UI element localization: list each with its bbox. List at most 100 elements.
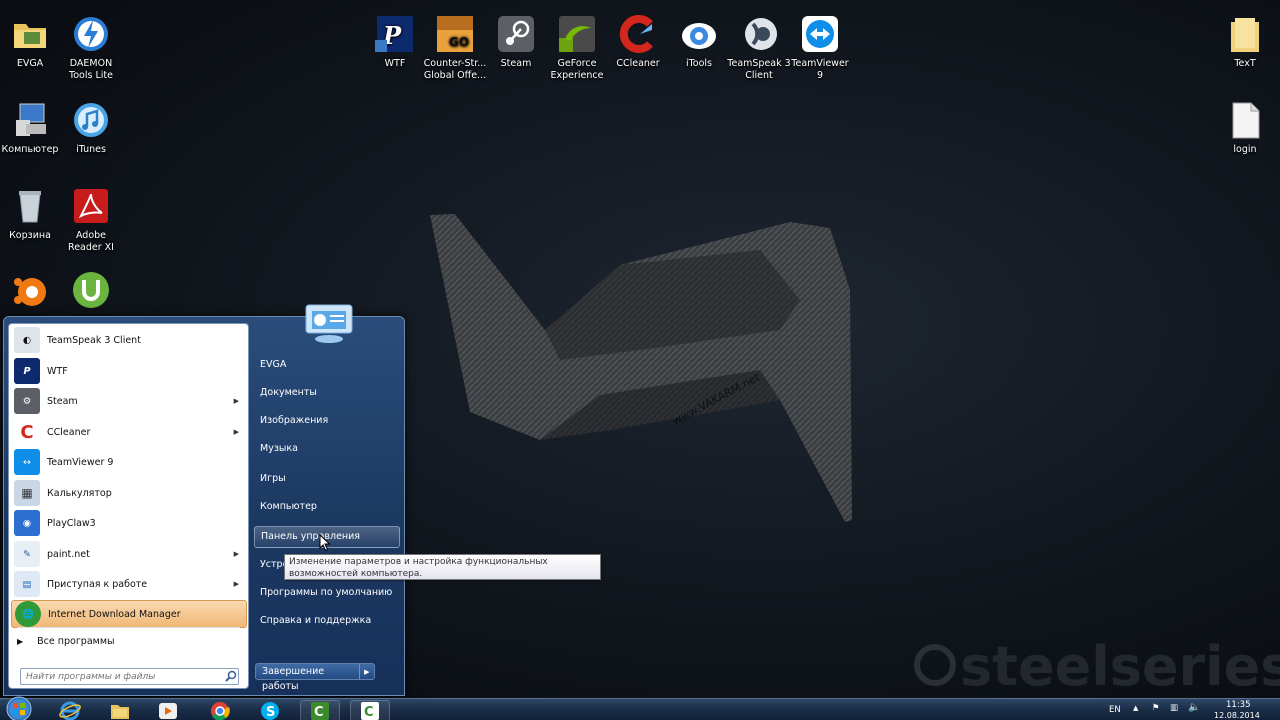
- submenu-arrow-icon: ▶: [233, 580, 239, 588]
- adobe-reader-icon: [74, 189, 108, 223]
- shutdown-options-arrow-icon[interactable]: ▶: [360, 668, 374, 676]
- program-label: Калькулятор: [47, 487, 112, 499]
- start-program-steam[interactable]: ⚙ Steam ▶: [11, 387, 247, 415]
- start-program-getting-started[interactable]: ▤ Приступая к работе ▶: [11, 570, 247, 598]
- taskbar-explorer[interactable]: [100, 700, 140, 720]
- svg-text:C: C: [314, 705, 324, 720]
- itunes-icon: [74, 103, 108, 137]
- volume-icon[interactable]: 🔈: [1188, 702, 1200, 713]
- desktop-icon-avast[interactable]: [0, 270, 63, 314]
- action-center-flag-icon[interactable]: ⚑: [1152, 703, 1160, 713]
- desktop-icon-label: EVGA: [16, 58, 44, 69]
- desktop-icon-utorrent[interactable]: [58, 270, 124, 314]
- teamspeak-icon: ◐: [14, 327, 40, 353]
- control-panel-tooltip: Изменение параметров и настройка функцио…: [284, 554, 601, 580]
- start-program-playclaw3[interactable]: ◉ PlayClaw3: [11, 509, 247, 537]
- desktop-icon-text-folder[interactable]: TexT: [1212, 14, 1278, 70]
- control-panel-picture-icon: [305, 304, 353, 343]
- teamviewer-icon: [802, 16, 838, 52]
- steam-icon: ⚙: [14, 388, 40, 414]
- program-label: PlayClaw3: [47, 517, 96, 529]
- desktop-icon-label: iTunes: [76, 144, 106, 155]
- submenu-arrow-icon: ▶: [233, 550, 239, 558]
- start-link-music[interactable]: Музыка: [254, 438, 400, 460]
- taskbar: S C C EN ▲ ⚑ ▥ 🔈 11:35 12.08.2014: [0, 695, 1280, 720]
- svg-text:GO: GO: [449, 35, 469, 49]
- desktop-icon-ccleaner[interactable]: CCleaner: [605, 14, 671, 70]
- desktop-icon-geforce[interactable]: GeForce Experience: [544, 14, 610, 81]
- start-program-paintnet[interactable]: ✎ paint.net ▶: [11, 540, 247, 568]
- start-link-computer[interactable]: Компьютер: [254, 496, 400, 518]
- search-icon[interactable]: [225, 670, 237, 682]
- start-program-teamspeak[interactable]: ◐ TeamSpeak 3 Client: [11, 326, 247, 354]
- desktop-icon-evga[interactable]: EVGA: [0, 14, 63, 70]
- desktop-icon-label: login: [1233, 144, 1257, 155]
- shutdown-button[interactable]: Завершение работы ▶: [255, 663, 375, 692]
- start-link-pictures[interactable]: Изображения: [254, 410, 400, 432]
- geforce-icon: [559, 16, 595, 52]
- start-search-input[interactable]: [20, 668, 239, 685]
- svg-text:S: S: [266, 705, 275, 720]
- clock-date[interactable]: 12.08.2014: [1214, 711, 1260, 720]
- start-program-ccleaner[interactable]: C CCleaner ▶: [11, 418, 247, 446]
- taskbar-camtasia[interactable]: C: [300, 700, 340, 720]
- network-icon[interactable]: ▥: [1170, 703, 1178, 713]
- desktop-icon-itools[interactable]: iTools: [666, 14, 732, 70]
- desktop-icon-itunes[interactable]: iTunes: [58, 100, 124, 156]
- idm-icon: 🌐: [15, 601, 41, 627]
- start-program-idm[interactable]: 🌐 Internet Download Manager: [11, 600, 247, 628]
- ccleaner-icon: [619, 15, 653, 53]
- start-link-games[interactable]: Игры: [254, 468, 400, 490]
- internet-explorer-icon: [59, 701, 81, 720]
- submenu-arrow-icon: ▶: [233, 428, 239, 436]
- desktop-icon-teamspeak[interactable]: TeamSpeak 3 Client: [726, 14, 792, 81]
- desktop-icon-label: DAEMON Tools Lite: [69, 58, 113, 81]
- start-program-calculator[interactable]: ▦ Калькулятор: [11, 479, 247, 507]
- desktop-icon-daemon-tools[interactable]: DAEMON Tools Lite: [58, 14, 124, 81]
- desktop-icon-recycle-bin[interactable]: Корзина: [0, 186, 63, 242]
- start-menu-programs-pane: ◐ TeamSpeak 3 Client P WTF ⚙ Steam ▶ C C…: [8, 323, 249, 689]
- start-link-default-programs[interactable]: Программы по умолчанию: [254, 582, 400, 604]
- taskbar-camtasia-recorder[interactable]: C: [350, 700, 390, 720]
- itools-icon: [682, 23, 716, 49]
- desktop-icon-csgo[interactable]: GO Counter-Str... Global Offe...: [422, 14, 488, 81]
- start-link-help[interactable]: Справка и поддержка: [254, 610, 400, 632]
- program-label: WTF: [47, 365, 68, 377]
- start-program-wtf[interactable]: P WTF: [11, 357, 247, 385]
- desktop-icon-label: Adobe Reader XI: [68, 230, 114, 253]
- all-programs-arrow-icon: ▶: [17, 637, 24, 646]
- desktop-icon-steam[interactable]: Steam: [483, 14, 549, 70]
- all-programs-button[interactable]: ▶ Все программы: [17, 636, 115, 647]
- desktop-icon-label: GeForce Experience: [550, 58, 604, 81]
- start-link-documents[interactable]: Документы: [254, 382, 400, 404]
- explorer-icon: [111, 704, 129, 719]
- taskbar-media-player[interactable]: [148, 700, 188, 720]
- desktop-icon-computer[interactable]: Компьютер: [0, 100, 63, 156]
- taskbar-internet-explorer[interactable]: [50, 700, 90, 720]
- teamspeak-icon: [745, 18, 777, 50]
- start-orb-button[interactable]: [2, 695, 36, 720]
- desktop-icon-login[interactable]: login: [1212, 100, 1278, 156]
- program-label: TeamViewer 9: [47, 456, 114, 468]
- start-program-teamviewer[interactable]: ↔ TeamViewer 9: [11, 448, 247, 476]
- taskbar-skype[interactable]: S: [250, 700, 290, 720]
- clock-time[interactable]: 11:35: [1226, 700, 1251, 710]
- desktop-icon-teamviewer[interactable]: TeamViewer 9: [787, 14, 853, 81]
- desktop-icon-label: Steam: [500, 58, 532, 69]
- taskbar-chrome[interactable]: [200, 700, 240, 720]
- start-menu: ◐ TeamSpeak 3 Client P WTF ⚙ Steam ▶ C C…: [3, 304, 405, 696]
- playclaw-icon: P: [375, 16, 413, 52]
- chrome-icon: [211, 701, 230, 720]
- start-link-evga[interactable]: EVGA: [254, 354, 400, 376]
- csgo-icon: GO: [437, 16, 473, 52]
- desktop-icon-wtf[interactable]: P WTF: [362, 14, 428, 70]
- folder-icon: [1231, 18, 1259, 52]
- utorrent-icon: [73, 272, 109, 308]
- recycle-bin-icon: [19, 191, 41, 223]
- desktop-icon-label: TexT: [1234, 58, 1256, 69]
- desktop-icon-adobe-reader[interactable]: Adobe Reader XI: [58, 186, 124, 253]
- show-hidden-icons-icon[interactable]: ▲: [1133, 704, 1138, 712]
- language-indicator[interactable]: EN: [1109, 705, 1121, 715]
- wallpaper-brand: steelseries: [960, 635, 1280, 698]
- program-label: TeamSpeak 3 Client: [47, 334, 141, 346]
